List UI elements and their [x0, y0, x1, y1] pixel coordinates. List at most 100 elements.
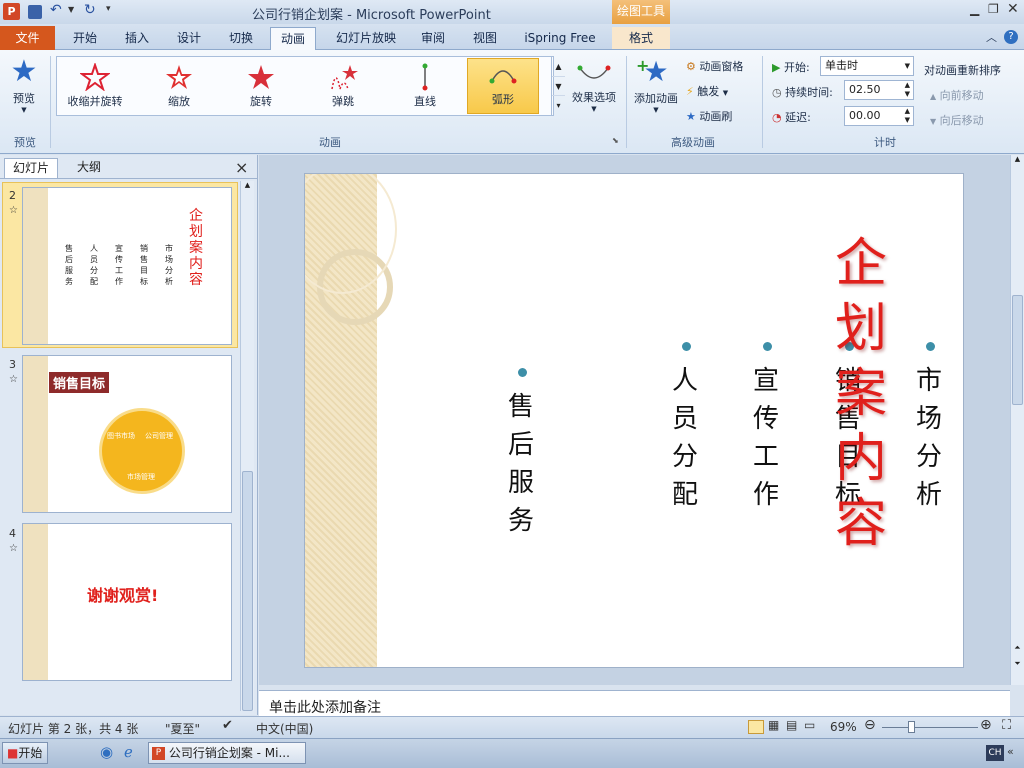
taskbar-task-powerpoint[interactable]: P 公司行销企划案 - Mi... — [148, 742, 306, 764]
tab-file[interactable]: 文件 — [0, 26, 55, 50]
browser-icon[interactable]: ℯ — [124, 743, 133, 761]
fit-slide-icon[interactable]: ⛶ — [1002, 718, 1011, 733]
editor-scrollbar[interactable]: ▲ ⏶ ⏷ — [1010, 155, 1024, 685]
animation-pane-button[interactable]: ⚙ 动画窗格 — [686, 58, 743, 74]
slide-thumbnail-2[interactable]: 企划案内容 市场分析 销售目标 宣传工作 人员分配 售后服务 — [22, 187, 232, 345]
zoom-in-icon[interactable]: ⊕ — [980, 717, 992, 733]
scroll-thumb[interactable] — [1012, 295, 1023, 405]
slide-thumbnail-3[interactable]: 销售目标 图书市场 公司管理 市场管理 — [22, 355, 232, 513]
close-button[interactable]: ✕ — [1007, 1, 1019, 17]
effect-bounce[interactable]: 弹跳 — [307, 61, 379, 113]
powerpoint-task-icon: P — [152, 747, 165, 760]
language[interactable]: 中文(中国) — [256, 720, 313, 737]
duration-input[interactable]: 02.50 ▲ ▼ — [844, 80, 914, 100]
start-select[interactable]: 单击时 ▼ — [820, 56, 914, 76]
gallery-more-icon[interactable]: ▾ — [552, 95, 565, 114]
clock-icon: ◷ — [772, 86, 782, 99]
tab-slides[interactable]: 幻灯片 — [4, 158, 58, 178]
redo-icon[interactable]: ↻ — [84, 2, 96, 18]
thumb-segment: 图书市场 — [107, 432, 135, 440]
taskbar: ■开始 ◉ ℯ P 公司行销企划案 - Mi... CH « — [0, 738, 1024, 768]
zoom-out-icon[interactable]: ⊖ — [864, 717, 876, 733]
scroll-thumb[interactable] — [242, 471, 253, 711]
effect-spin[interactable]: 旋转 — [225, 61, 297, 113]
preview-button[interactable]: ★ 预览 ▼ — [4, 54, 44, 124]
customize-toolbar-icon[interactable]: ▾ — [106, 4, 111, 14]
clock-icon: ◔ — [772, 111, 782, 124]
duration-label: ◷ 持续时间: — [772, 86, 833, 99]
brush-star-icon: ★ — [686, 110, 696, 123]
ribbon: ★ 预览 ▼ 预览 收缩并旋转 缩放 旋转 弹跳 直线 弧形 ▲ ▼ ▾ 效果选… — [0, 50, 1024, 154]
effect-options-button[interactable]: 效果选项 ▼ — [568, 58, 620, 128]
slide-canvas[interactable]: 市场分析 销售目标 宣传工作 人员分配 售后服务 企划案内容 — [304, 173, 964, 668]
next-slide-icon[interactable]: ⏷ — [1011, 659, 1024, 669]
slide-column-text: 宣传工作 — [752, 366, 779, 510]
tab-design[interactable]: 设计 — [166, 27, 212, 49]
normal-view-icon[interactable] — [748, 720, 764, 734]
quicklaunch-icon[interactable]: ◉ — [100, 743, 113, 761]
undo-dropdown-icon[interactable]: ▼ — [68, 5, 74, 14]
thumb-item: 售后服务 — [65, 244, 73, 286]
animation-gallery: 收缩并旋转 缩放 旋转 弹跳 直线 弧形 ▲ ▼ ▾ — [56, 56, 565, 116]
tab-insert[interactable]: 插入 — [114, 27, 160, 49]
prev-slide-icon[interactable]: ⏶ — [1011, 643, 1024, 653]
animation-group-label: 动画 — [319, 136, 341, 149]
animation-painter-button[interactable]: ★ 动画刷 — [686, 108, 732, 124]
move-earlier-button[interactable]: ▲ 向前移动 — [930, 87, 984, 103]
bounce-icon — [331, 65, 358, 90]
pane-scrollbar[interactable]: ▲ — [240, 181, 254, 711]
undo-icon[interactable]: ↶ — [50, 2, 62, 18]
delay-input[interactable]: 00.00 ▲ ▼ — [844, 106, 914, 126]
minimize-button[interactable]: ▁ — [970, 2, 979, 16]
help-icon[interactable]: ? — [1004, 30, 1018, 44]
reading-view-icon[interactable]: ▤ — [786, 718, 797, 732]
up-triangle-icon: ▲ — [930, 92, 937, 101]
effect-shrink-turn[interactable]: 收缩并旋转 — [59, 61, 131, 113]
start-button[interactable]: ■开始 — [2, 742, 48, 764]
slide-thumbnail-4[interactable]: 谢谢观赏! — [22, 523, 232, 681]
zoom-slider-thumb[interactable] — [908, 721, 915, 733]
tab-ispring[interactable]: iSpring Free — [518, 27, 602, 49]
spinner-icon: ▲ ▼ — [904, 81, 910, 98]
thumb-item: 销售目标 — [140, 244, 148, 286]
tab-review[interactable]: 审阅 — [412, 27, 454, 49]
reorder-title: 对动画重新排序 — [924, 64, 1001, 77]
move-later-button[interactable]: ▼ 向后移动 — [930, 112, 984, 128]
tab-view[interactable]: 视图 — [464, 27, 506, 49]
animation-star-icon: ☆ — [9, 205, 18, 216]
zoom-level[interactable]: 69% — [830, 720, 857, 734]
notes-area[interactable]: 单击此处添加备注 — [259, 690, 1010, 716]
tab-transitions[interactable]: 切换 — [218, 27, 264, 49]
tab-slideshow[interactable]: 幻灯片放映 — [326, 27, 406, 49]
tab-format[interactable]: 格式 — [612, 27, 670, 49]
chevron-down-icon: ▼ — [21, 106, 27, 114]
tab-home[interactable]: 开始 — [62, 27, 108, 49]
bullet — [518, 368, 527, 377]
effect-zoom[interactable]: 缩放 — [143, 61, 215, 113]
effect-line[interactable]: 直线 — [389, 61, 461, 113]
tab-animations[interactable]: 动画 — [270, 27, 316, 51]
minimize-ribbon-icon[interactable]: ︿ — [986, 29, 997, 45]
zoom-slider-track[interactable] — [882, 727, 978, 728]
gallery-down-arrow-icon[interactable]: ▼ — [552, 76, 565, 95]
close-pane-icon[interactable]: × — [235, 158, 248, 177]
scroll-up-icon[interactable]: ▲ — [241, 181, 254, 189]
gallery-up-arrow-icon[interactable]: ▲ — [552, 57, 565, 76]
ime-indicator[interactable]: CH — [986, 745, 1004, 761]
animation-star-icon: ☆ — [9, 543, 18, 554]
slide-title[interactable]: 企划案内容 — [831, 232, 891, 557]
theme-name[interactable]: "夏至" — [165, 720, 200, 737]
tab-outline[interactable]: 大纲 — [64, 158, 114, 178]
save-icon[interactable] — [28, 5, 42, 19]
tray-expand-icon[interactable]: « — [1007, 745, 1014, 758]
add-animation-button[interactable]: ★ + 添加动画 ▼ — [630, 54, 682, 126]
effect-arc[interactable]: 弧形 — [467, 58, 539, 114]
spellcheck-icon[interactable]: ✔ — [222, 718, 233, 733]
restore-button[interactable]: ❐ — [988, 2, 999, 16]
slideshow-icon[interactable]: ▭ — [804, 718, 815, 732]
slide-sorter-icon[interactable]: ▦ — [768, 718, 779, 732]
scroll-up-icon[interactable]: ▲ — [1011, 155, 1024, 163]
trigger-button[interactable]: ⚡ 触发 ▼ — [686, 83, 728, 99]
powerpoint-logo-icon[interactable]: P — [3, 3, 20, 20]
dialog-launcher-icon[interactable]: ⬊ — [612, 136, 619, 145]
